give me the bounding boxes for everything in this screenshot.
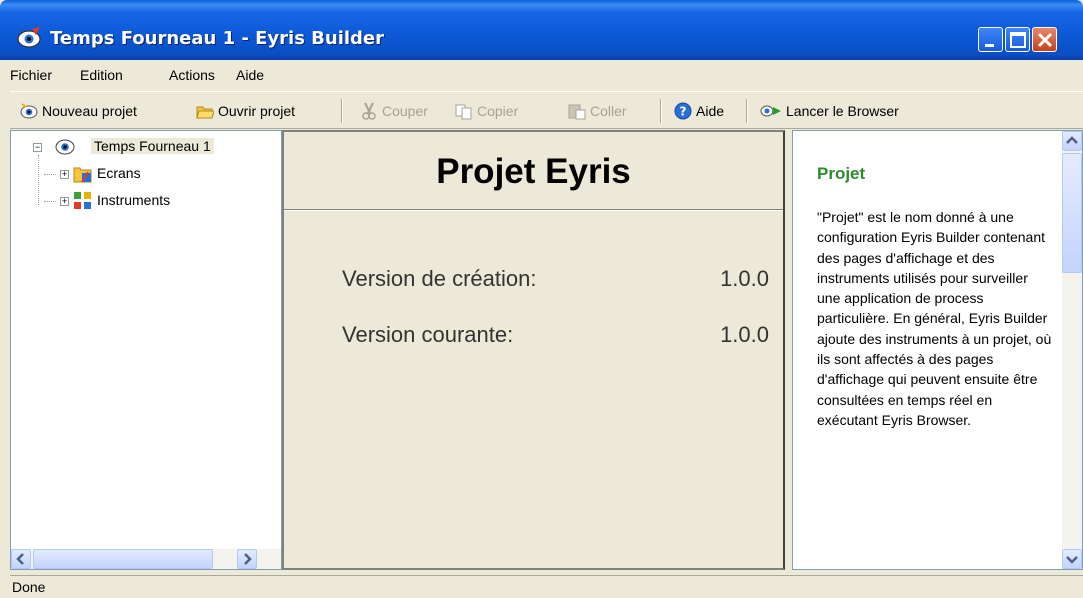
launch-browser-button[interactable]: Lancer le Browser: [760, 99, 899, 123]
help-button[interactable]: ? Aide: [674, 99, 724, 123]
toolbar: Nouveau projet Ouvrir projet Couper Copi…: [10, 91, 1083, 129]
tree-expand-toggle[interactable]: +: [60, 170, 69, 179]
copy-icon: [455, 104, 472, 120]
tree-line: [38, 155, 39, 205]
scroll-right-button[interactable]: [237, 549, 257, 569]
help-text: "Projet" est le nom donné à une configur…: [817, 209, 1052, 428]
scroll-thumb[interactable]: [33, 549, 213, 569]
divider: [284, 210, 783, 211]
menu-edition[interactable]: Edition: [80, 67, 123, 83]
scroll-down-button[interactable]: [1062, 549, 1082, 569]
new-project-icon: [20, 103, 38, 119]
status-bar: Done: [10, 575, 1083, 598]
project-tree: − Temps Fourneau 1 + Ecrans + Instrument…: [10, 130, 282, 570]
current-version-label: Version courante:: [342, 322, 514, 347]
chevron-down-icon: [1066, 556, 1078, 564]
project-info-panel: Projet Eyris Version de création: 1.0.0 …: [282, 130, 785, 570]
chevron-up-icon: [1066, 136, 1078, 144]
new-project-label: Nouveau projet: [42, 103, 137, 119]
cut-button[interactable]: Couper: [360, 99, 428, 123]
current-version-value: 1.0.0: [720, 322, 769, 347]
title-bar: Temps Fourneau 1 - Eyris Builder: [0, 0, 1083, 60]
open-project-label: Ouvrir projet: [218, 103, 296, 119]
maximize-icon: [1010, 32, 1026, 48]
menu-fichier[interactable]: Fichier: [10, 67, 52, 83]
scroll-left-button[interactable]: [11, 549, 31, 569]
tree-expand-toggle[interactable]: +: [60, 197, 69, 206]
toolbar-separator: [660, 99, 662, 123]
paste-button[interactable]: Coller: [568, 99, 627, 123]
chevron-right-icon: [244, 553, 252, 565]
tree-line: [44, 201, 56, 202]
launch-browser-icon: [760, 105, 781, 117]
scroll-up-button[interactable]: [1062, 131, 1082, 151]
tree-collapse-toggle[interactable]: −: [33, 143, 42, 152]
cut-label: Couper: [382, 103, 428, 119]
copy-button[interactable]: Copier: [455, 99, 518, 123]
tree-node-ecrans[interactable]: Ecrans: [97, 165, 141, 181]
help-label: Aide: [696, 103, 725, 119]
help-icon: ?: [674, 102, 692, 120]
paste-label: Coller: [590, 103, 627, 119]
scissors-icon: [362, 102, 376, 120]
creation-version-value: 1.0.0: [720, 266, 769, 291]
horizontal-scrollbar[interactable]: [11, 549, 281, 569]
help-panel: Projet "Projet" est le nom donné à une c…: [792, 130, 1083, 570]
menu-aide[interactable]: Aide: [236, 67, 264, 83]
folder-open-icon: [196, 106, 214, 119]
menu-actions[interactable]: Actions: [169, 67, 215, 83]
open-project-button[interactable]: Ouvrir projet: [196, 99, 295, 123]
launch-browser-label: Lancer le Browser: [786, 103, 899, 119]
window-title: Temps Fourneau 1 - Eyris Builder: [50, 28, 385, 49]
close-icon: [1037, 32, 1053, 48]
project-icon: [55, 139, 75, 155]
tree-line: [44, 174, 56, 175]
toolbar-separator: [746, 99, 748, 123]
maximize-button[interactable]: [1005, 27, 1030, 52]
svg-text:?: ?: [680, 105, 687, 119]
app-icon: [17, 27, 41, 48]
screens-folder-icon: [73, 167, 92, 183]
tree-root-node[interactable]: Temps Fourneau 1: [91, 138, 214, 154]
project-title: Projet Eyris: [284, 132, 783, 210]
status-text: Done: [12, 579, 46, 595]
paste-icon: [568, 104, 586, 120]
close-button[interactable]: [1032, 27, 1057, 52]
menu-bar: Fichier Edition Actions Aide: [10, 60, 1083, 91]
tree-node-instruments[interactable]: Instruments: [97, 192, 170, 208]
chevron-left-icon: [16, 553, 24, 565]
new-project-button[interactable]: Nouveau projet: [20, 99, 137, 123]
vertical-scrollbar[interactable]: [1062, 131, 1082, 569]
copy-label: Copier: [477, 103, 519, 119]
instruments-icon: [74, 192, 91, 209]
minimize-button[interactable]: [978, 27, 1003, 52]
creation-version-label: Version de création:: [342, 266, 537, 291]
minimize-icon: [985, 44, 994, 47]
help-title: Projet: [817, 164, 866, 183]
toolbar-separator: [341, 99, 343, 123]
scroll-thumb[interactable]: [1062, 153, 1082, 273]
